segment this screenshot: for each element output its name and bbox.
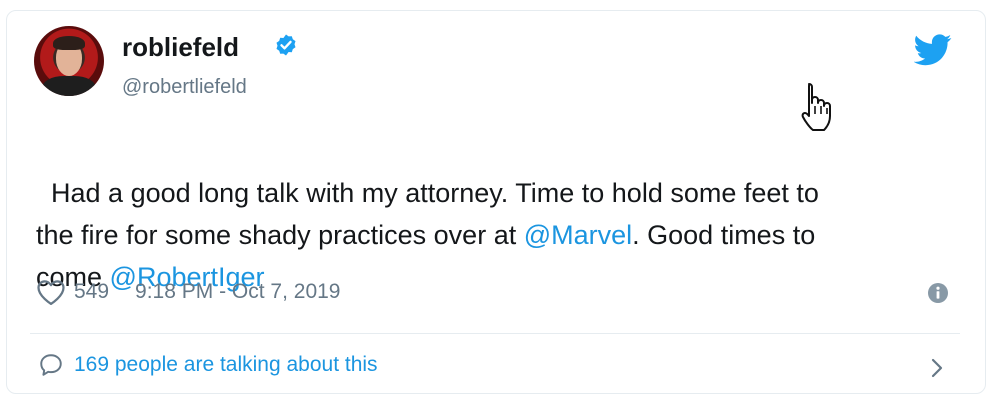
- avatar[interactable]: [34, 26, 104, 96]
- hand-pointer-icon: [801, 83, 831, 131]
- avatar-hair: [53, 36, 85, 50]
- display-name[interactable]: robliefeld: [122, 32, 239, 63]
- chevron-right-icon[interactable]: [928, 356, 946, 380]
- verified-badge-icon: [276, 34, 296, 56]
- info-icon[interactable]: [927, 282, 949, 304]
- conversation-link[interactable]: 169 people are talking about this: [38, 350, 378, 380]
- comment-bubble-icon: [40, 354, 62, 376]
- divider: [30, 333, 960, 334]
- twitter-bird-icon[interactable]: [914, 34, 952, 66]
- like-count[interactable]: 549: [74, 280, 109, 304]
- avatar-shirt: [42, 76, 96, 96]
- mention-marvel[interactable]: @Marvel: [524, 220, 632, 250]
- conversation-text[interactable]: 169 people are talking about this: [74, 353, 378, 377]
- timestamp[interactable]: 9:18 PM - Oct 7, 2019: [135, 280, 340, 304]
- heart-icon[interactable]: [36, 278, 66, 306]
- user-handle[interactable]: @robertliefeld: [122, 76, 247, 99]
- tweet-text: Had a good long talk with my attorney. T…: [36, 130, 936, 298]
- tweet-meta-row: 549 9:18 PM - Oct 7, 2019: [36, 278, 340, 306]
